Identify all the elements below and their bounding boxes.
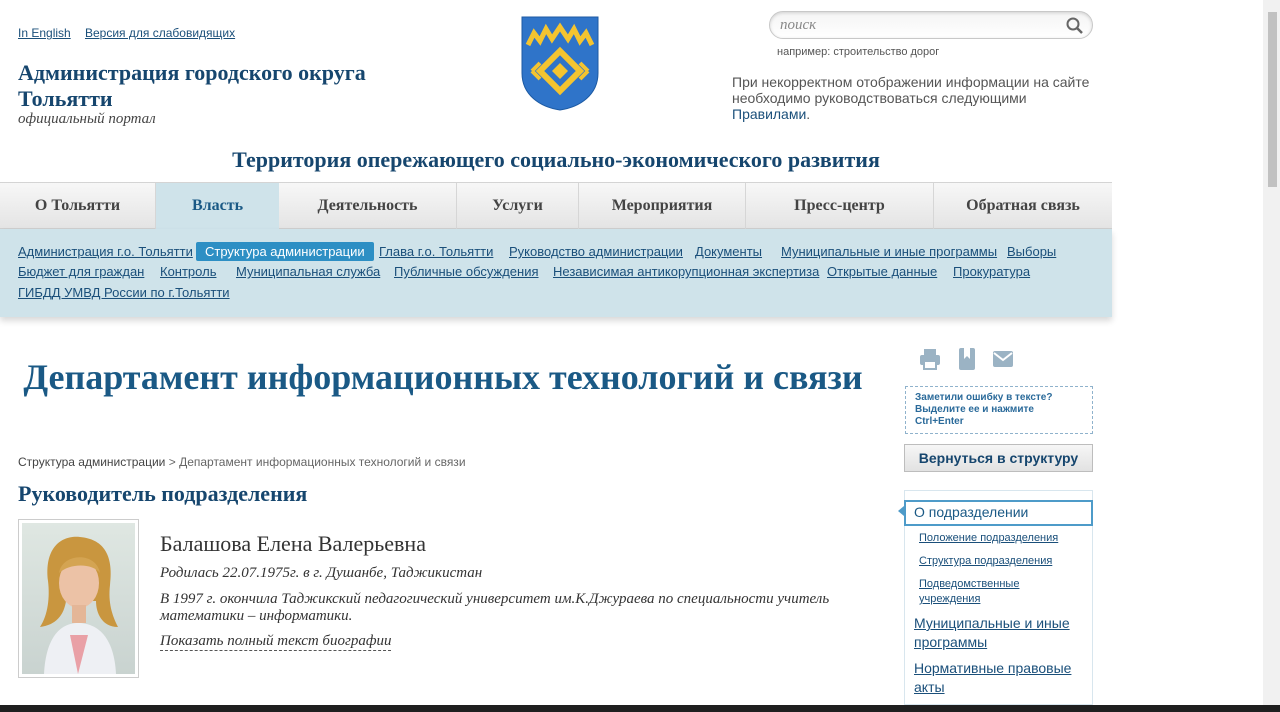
scrollbar-thumb[interactable] [1268, 12, 1277, 187]
email-icon[interactable] [992, 350, 1014, 368]
error-report-notice: Заметили ошибку в тексте? Выделите ее и … [905, 386, 1093, 434]
accessible-version-link[interactable]: Версия для слабовидящих [85, 26, 235, 40]
sub-nav: Администрация г.о. Тольятти Структура ад… [0, 229, 1112, 317]
subnav-item-structure[interactable]: Структура администрации [196, 242, 374, 261]
subnav-item-municipal-service[interactable]: Муниципальная служба [236, 264, 380, 279]
search-placeholder: поиск [780, 17, 817, 33]
person-education: В 1997 г. окончила Таджикский педагогиче… [160, 591, 830, 624]
print-icon[interactable] [918, 347, 942, 371]
search-icon[interactable] [1066, 17, 1084, 35]
search-example-link[interactable]: строительство дорог [833, 46, 939, 58]
person-photo [18, 519, 139, 678]
slogan: Территория опережающего социально-эконом… [232, 147, 880, 172]
show-full-bio-link[interactable]: Показать полный текст биографии [160, 633, 392, 651]
subnav-item-head[interactable]: Глава г.о. Тольятти [379, 244, 493, 259]
person-birth: Родилась 22.07.1975г. в г. Душанбе, Тадж… [160, 565, 483, 581]
breadcrumb-current: Департамент информационных технологий и … [179, 455, 466, 469]
subnav-item-leadership[interactable]: Руководство администрации [509, 244, 683, 259]
subnav-item-administration[interactable]: Администрация г.о. Тольятти [18, 244, 193, 259]
subnav-item-documents[interactable]: Документы [695, 244, 762, 259]
subnav-item-budget[interactable]: Бюджет для граждан [18, 264, 144, 279]
subnav-item-control[interactable]: Контроль [160, 264, 216, 279]
breadcrumb: Структура администрации > Департамент ин… [18, 455, 466, 469]
nav-item-about[interactable]: О Тольятти [0, 183, 156, 229]
search-hint: например: строительство дорог [777, 46, 940, 58]
breadcrumb-separator: > [168, 455, 176, 469]
nav-item-press[interactable]: Пресс-центр [746, 183, 934, 229]
nav-item-events[interactable]: Мероприятия [579, 183, 746, 229]
breadcrumb-structure-link[interactable]: Структура администрации [18, 455, 165, 469]
site-title[interactable]: Администрация городского округа Тольятти [18, 60, 438, 112]
subnav-item-elections[interactable]: Выборы [1007, 244, 1056, 259]
taskbar [0, 705, 1280, 712]
subnav-item-anticorruption[interactable]: Независимая антикорупционная экспертиза [553, 264, 819, 279]
menu-item-programs[interactable]: Муниципальные и иные программы [914, 614, 1084, 652]
english-link[interactable]: In English [18, 26, 71, 40]
nav-item-activity[interactable]: Деятельность [279, 183, 457, 229]
nav-item-power[interactable]: Власть [156, 183, 279, 229]
main-nav: О Тольятти Власть Деятельность Услуги Ме… [0, 182, 1112, 229]
menu-item-about-department[interactable]: О подразделении [904, 500, 1093, 526]
back-to-structure-button[interactable]: Вернуться в структуру [904, 444, 1093, 472]
bookmark-icon[interactable] [957, 347, 977, 371]
menu-item-subordinate[interactable]: Подведомственные учреждения [919, 577, 1059, 607]
subnav-item-traffic-police[interactable]: ГИБДД УМВД России по г.Тольятти [18, 285, 230, 300]
subnav-item-public-discussions[interactable]: Публичные обсуждения [394, 264, 539, 279]
subnav-item-prosecutor[interactable]: Прокуратура [953, 264, 1030, 279]
nav-item-feedback[interactable]: Обратная связь [934, 183, 1112, 229]
menu-item-regulation[interactable]: Положение подразделения [919, 531, 1058, 546]
menu-item-department-structure[interactable]: Структура подразделения [919, 554, 1052, 569]
section-title: Руководитель подразделения [18, 481, 308, 506]
display-notice: При некорректном отображении информации … [732, 74, 1090, 122]
site-subtitle: официальный портал [18, 111, 156, 127]
nav-item-services[interactable]: Услуги [457, 183, 579, 229]
department-title: Департамент информационных технологий и … [23, 357, 863, 397]
subnav-item-programs[interactable]: Муниципальные и иные программы [781, 244, 997, 259]
person-name: Балашова Елена Валерьевна [160, 531, 426, 556]
menu-item-legal-acts[interactable]: Нормативные правовые акты [914, 659, 1084, 697]
subnav-item-open-data[interactable]: Открытые данные [827, 264, 937, 279]
city-emblem-icon[interactable] [520, 15, 600, 111]
rules-link[interactable]: Правилами [732, 106, 806, 122]
search-input[interactable]: поиск [769, 11, 1093, 39]
